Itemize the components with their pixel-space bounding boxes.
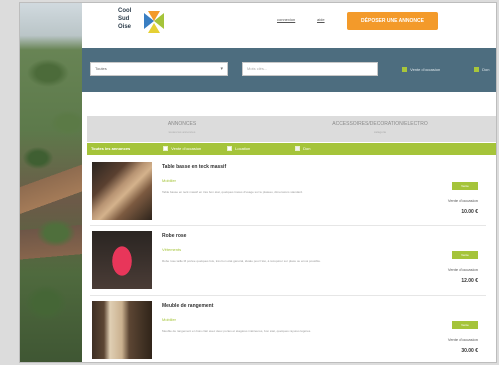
listing-item[interactable]: Table basse en teck massif Mobilier Tabl… <box>90 160 486 222</box>
search-bar: Toutes ▾ Mots clés... Vente d'occasion D… <box>82 48 496 92</box>
listing-description: Meuble de rangement en bois clair avec d… <box>162 329 312 333</box>
listing-price: 10.00 € <box>461 209 478 215</box>
tab-label: ANNONCES <box>167 121 197 127</box>
filter-title: Toutes les annonces <box>91 146 131 151</box>
tab-sublabel: toutes les annonces <box>168 130 196 134</box>
listing-description: Robe rose taille M portée quelques fois,… <box>162 259 321 263</box>
tab-label: ACCESSOIRES/DECORATION/ELECTRO <box>332 121 428 127</box>
filter-bar: Toutes les annonces Vente d'occasion Loc… <box>87 143 496 155</box>
post-ad-button[interactable]: DÉPOSER UNE ANNONCE <box>347 12 438 30</box>
nav-link-login[interactable]: connexion <box>277 17 295 22</box>
category-tabs: ANNONCES toutes les annonces ACCESSOIRES… <box>87 116 496 142</box>
listing-category: Mobilier <box>162 178 177 183</box>
checkbox-donation-label: Don <box>482 67 490 72</box>
filter-sale-label: Vente d'occasion <box>171 146 202 151</box>
filter-donation[interactable]: Don <box>295 146 310 152</box>
listing-title[interactable]: Table basse en teck massif <box>162 164 226 170</box>
listing-category: Vêtements <box>162 247 182 252</box>
keyword-input[interactable]: Mots clés... <box>242 62 378 76</box>
checkbox-sale-label: Vente d'occasion <box>410 67 441 72</box>
category-select-value: Toutes <box>95 66 107 71</box>
logo-mark-icon <box>144 11 164 33</box>
checkbox-donation[interactable]: Don <box>474 67 490 73</box>
tab-accessories[interactable]: ACCESSOIRES/DECORATION/ELECTRO catégorie <box>277 116 483 142</box>
browser-frame: Cool Sud Oise connexion aide DÉPOSER UNE… <box>19 2 497 363</box>
checkbox-icon <box>227 146 232 152</box>
logo-text: Cool Sud Oise <box>118 8 132 30</box>
listing-kind: Vente d'occasion <box>447 267 478 272</box>
listing-description: Table basse en teck massif en très bon é… <box>162 190 303 194</box>
filter-rental-label: Location <box>235 146 251 151</box>
checkbox-icon <box>402 67 407 73</box>
checkbox-icon <box>295 146 300 152</box>
checkbox-sale[interactable]: Vente d'occasion <box>402 67 441 73</box>
listing-thumbnail[interactable] <box>92 162 152 220</box>
listing-thumbnail[interactable] <box>92 231 152 289</box>
background-photo <box>20 3 82 362</box>
filter-donation-label: Don <box>303 146 311 151</box>
nav-link-help[interactable]: aide <box>317 17 325 22</box>
listing-price: 12.00 € <box>461 278 478 284</box>
tab-sublabel: catégorie <box>373 130 387 134</box>
listing-category: Mobilier <box>162 317 177 322</box>
filter-rental[interactable]: Location <box>227 146 250 152</box>
site-logo[interactable]: Cool Sud Oise <box>118 7 170 39</box>
top-header: Cool Sud Oise connexion aide DÉPOSER UNE… <box>82 3 496 45</box>
listing-thumbnail[interactable] <box>92 301 152 359</box>
listing-item[interactable]: Meuble de rangement Mobilier Meuble de r… <box>90 299 486 361</box>
divider <box>90 295 486 296</box>
listing-kind: Vente d'occasion <box>447 198 478 203</box>
divider <box>90 225 486 226</box>
category-select[interactable]: Toutes ▾ <box>90 62 228 76</box>
filter-sale[interactable]: Vente d'occasion <box>163 146 201 152</box>
listing-price: 30.00 € <box>461 348 478 354</box>
listing-item[interactable]: Robe rose Vêtements Robe rose taille M p… <box>90 229 486 291</box>
checkbox-icon <box>163 146 168 152</box>
listing-kind: Vente d'occasion <box>447 337 478 342</box>
listing-badge: Vente <box>452 251 478 259</box>
listing-title[interactable]: Meuble de rangement <box>162 303 213 309</box>
checkbox-icon <box>474 67 479 73</box>
tab-announcements[interactable]: ANNONCES toutes les annonces <box>87 116 277 142</box>
listing-badge: Vente <box>452 321 478 329</box>
chevron-down-icon: ▾ <box>220 66 223 72</box>
listing-title[interactable]: Robe rose <box>162 233 186 239</box>
listing-badge: Vente <box>452 182 478 190</box>
